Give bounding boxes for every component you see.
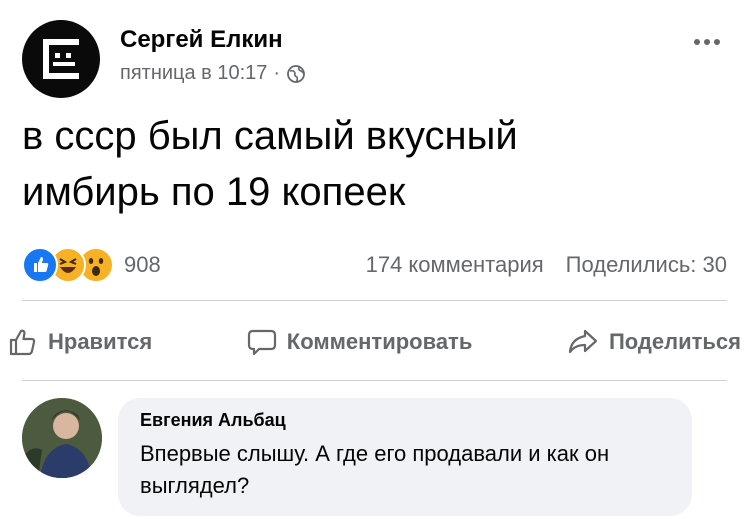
commenter-name[interactable]: Евгения Альбац [140, 410, 286, 431]
post-text-line: имбирь по 19 копеек [22, 170, 406, 214]
reaction-count: 908 [124, 252, 161, 277]
post-text-line: в ссср был самый вкусный [22, 114, 518, 158]
comment-label: Комментировать [286, 329, 473, 354]
comment-item: Евгения Альбац Впервые слышу. А где его … [22, 398, 727, 518]
more-horizontal-icon [694, 39, 700, 45]
author-name[interactable]: Сергей Елкин [120, 26, 283, 54]
share-icon [568, 329, 598, 354]
more-options-button[interactable] [687, 30, 727, 54]
post-header: Сергей Елкин пятница в 10:17 · [22, 20, 727, 100]
post-body: в ссср был самый вкусный имбирь по 19 ко… [22, 108, 722, 220]
globe-icon [287, 64, 305, 83]
post-meta: пятница в 10:17 · [120, 62, 306, 85]
comment-bubble: Евгения Альбац Впервые слышу. А где его … [118, 398, 692, 516]
comment-text: Впервые слышу. А где его продавали и как… [140, 441, 610, 498]
author-avatar[interactable] [22, 20, 100, 98]
commenter-avatar[interactable] [22, 398, 102, 478]
post-stats: 908 174 комментария Поделились: 30 [22, 244, 727, 284]
stats-right: 174 комментария Поделились: 30 [366, 252, 727, 278]
share-button[interactable]: Поделиться [567, 327, 741, 357]
post-actions: Нравится Комментировать Поделиться [8, 318, 741, 366]
meta-separator: · [273, 62, 281, 84]
shares-count-link[interactable]: Поделились: 30 [566, 252, 727, 278]
reactions-summary[interactable]: 908 [22, 247, 161, 283]
like-label: Нравится [48, 329, 153, 354]
thumbs-up-icon [9, 329, 36, 356]
author-logo-icon [43, 39, 79, 79]
like-icon [22, 247, 58, 283]
divider [22, 380, 727, 381]
comments-count-link[interactable]: 174 комментария [366, 252, 544, 278]
divider [22, 300, 727, 301]
share-label: Поделиться [608, 329, 741, 354]
comment-button[interactable]: Комментировать [247, 327, 473, 357]
comment-icon [247, 329, 276, 356]
post-timestamp[interactable]: пятница в 10:17 [120, 62, 267, 85]
like-button[interactable]: Нравится [8, 327, 152, 357]
